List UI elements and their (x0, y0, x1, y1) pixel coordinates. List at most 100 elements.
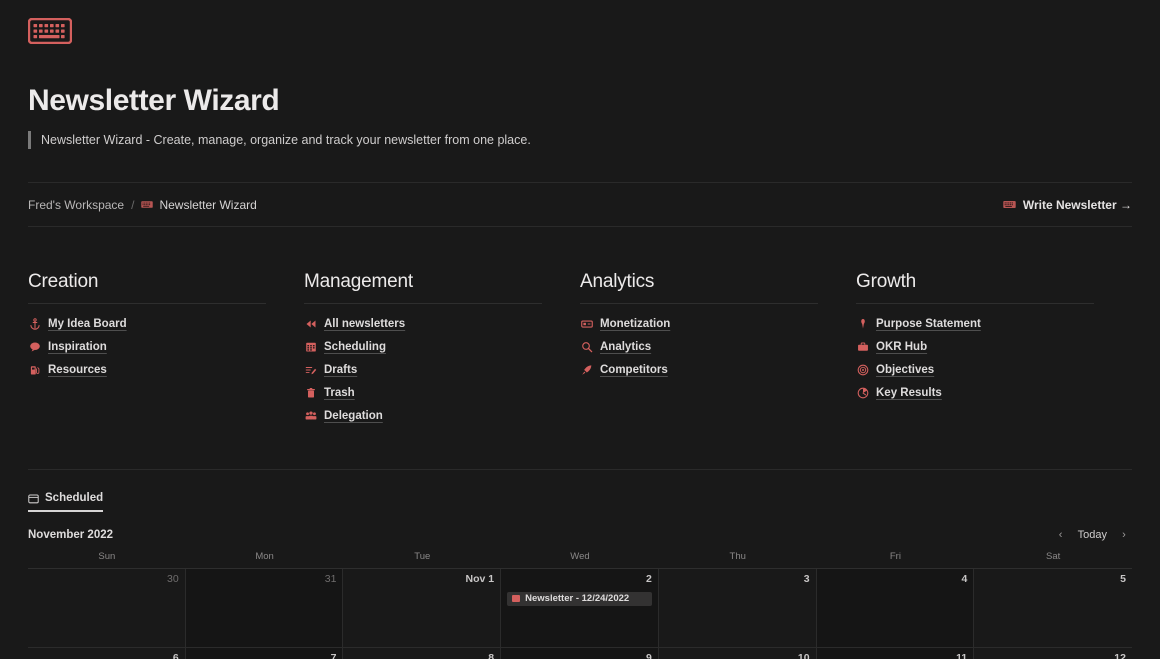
page-root: Newsletter Wizard Newsletter Wizard - Cr… (0, 0, 1160, 659)
calendar-day-cell[interactable]: 12 (974, 648, 1132, 659)
day-number: 8 (488, 652, 495, 659)
column-divider (28, 303, 266, 305)
column-growth: Growth Purpose Statement OKR Hub Objectives… (856, 271, 1132, 431)
pushpin-icon (860, 318, 865, 329)
breadcrumb-bar: Fred's Workspace / Newsletter Wizard Wri… (28, 182, 1132, 228)
gauge-icon (856, 386, 869, 399)
day-header: Fri (889, 551, 901, 563)
speech-bubble-icon (28, 340, 41, 353)
keyboard-icon (141, 201, 154, 208)
calendar-day-cell[interactable]: 11 (816, 648, 975, 659)
calendar-day-cell[interactable]: 6 (28, 648, 186, 659)
column-divider (856, 303, 1094, 305)
link-analytics[interactable]: Analytics (580, 339, 818, 354)
people-group-icon (305, 411, 316, 420)
link-label: Competitors (600, 363, 668, 376)
today-button[interactable]: Today (1073, 529, 1112, 541)
day-number: 4 (961, 573, 968, 586)
day-header: Sun (98, 551, 116, 563)
link-trash[interactable]: Trash (304, 385, 542, 400)
calendar-event-chip[interactable]: Newsletter - 12/24/2022 (507, 591, 652, 606)
column-divider (304, 303, 542, 305)
day-header: Wed (570, 551, 590, 563)
breadcrumb: Fred's Workspace / Newsletter Wizard (28, 198, 257, 212)
breadcrumb-workspace[interactable]: Fred's Workspace (28, 198, 124, 212)
link-inspiration[interactable]: Inspiration (28, 339, 266, 354)
keyboard-icon (1003, 201, 1016, 209)
money-card-icon (580, 317, 593, 330)
column-analytics: Analytics Monetization Analytics Competitor… (580, 271, 856, 431)
calendar-day-cell[interactable]: 5 (974, 569, 1132, 649)
calendar-day-cell[interactable]: 7Newsletter - MM/DD/YYYY (185, 648, 344, 659)
breadcrumb-current[interactable]: Newsletter Wizard (141, 198, 257, 212)
magnifier-icon (580, 340, 593, 353)
calendar-day-cell[interactable]: 30 (28, 569, 186, 649)
trash-icon (306, 387, 315, 398)
link-columns: Creation My Idea Board Inspiration Resource… (28, 271, 1132, 431)
briefcase-icon (856, 340, 869, 353)
column-management: Management All newsletters Scheduling Draft… (304, 271, 580, 431)
link-drafts[interactable]: Drafts (304, 362, 542, 377)
link-label: Delegation (324, 409, 383, 422)
write-newsletter-button[interactable]: Write Newsletter → (1003, 198, 1132, 212)
link-okr-hub[interactable]: OKR Hub (856, 339, 1094, 354)
next-month-button[interactable]: › (1116, 527, 1132, 543)
calendar-header: November 2022 ‹ Today › (28, 521, 1132, 549)
link-label: Drafts (324, 363, 358, 376)
day-number: Nov 1 (465, 573, 495, 586)
day-number: 12 (1114, 652, 1126, 659)
day-number: 5 (1120, 573, 1126, 586)
calendar-day-cell[interactable]: 8 (343, 648, 502, 659)
link-monetization[interactable]: Monetization (580, 316, 818, 331)
calendar-day-cell[interactable]: 9Newsletter - MM/DD/YYYY (501, 648, 659, 659)
day-number: 30 (167, 573, 179, 586)
link-objectives[interactable]: Objectives (856, 362, 1094, 377)
link-label: Inspiration (48, 340, 107, 353)
day-number: 10 (797, 652, 810, 659)
column-heading: Analytics (580, 271, 655, 293)
link-delegation[interactable]: Delegation (304, 408, 542, 423)
prev-month-button[interactable]: ‹ (1053, 527, 1069, 543)
link-purpose-statement[interactable]: Purpose Statement (856, 316, 1094, 331)
write-newsletter-label: Write Newsletter → (1022, 197, 1132, 212)
link-resources[interactable]: Resources (28, 362, 266, 377)
link-key-results[interactable]: Key Results (856, 385, 1094, 400)
page-title: Newsletter Wizard (28, 84, 280, 117)
link-all-newsletters[interactable]: All newsletters (304, 316, 542, 331)
calendar-grid-icon (305, 342, 316, 352)
column-heading: Creation (28, 271, 99, 293)
column-divider (580, 303, 818, 305)
anchor-icon (28, 317, 41, 330)
calendar-tabs: Scheduled (28, 492, 1132, 513)
pencil-lines-icon (305, 366, 316, 374)
link-label: Scheduling (324, 340, 386, 353)
day-header: Thu (729, 551, 746, 563)
column-heading: Growth (856, 271, 917, 293)
rocket-icon (581, 364, 591, 375)
calendar-day-cell[interactable]: 4 (816, 569, 975, 649)
newsletter-icon (512, 595, 521, 603)
calendar-day-cell[interactable]: 2 Newsletter - 12/24/2022 (501, 569, 659, 649)
money-card-icon (580, 320, 593, 328)
link-label: My Idea Board (48, 317, 127, 330)
link-competitors[interactable]: Competitors (580, 362, 818, 377)
link-my-idea-board[interactable]: My Idea Board (28, 316, 266, 331)
calendar-nav: ‹ Today › (1053, 527, 1132, 543)
link-label: Objectives (876, 363, 935, 376)
tab-scheduled-label: Scheduled (45, 492, 104, 505)
tab-scheduled[interactable]: Scheduled (28, 492, 104, 513)
link-label: All newsletters (324, 317, 406, 330)
calendar-icon (28, 493, 39, 504)
link-scheduling[interactable]: Scheduling (304, 339, 542, 354)
anchor-icon (29, 317, 40, 330)
calendar-day-cell[interactable]: Nov 1 (343, 569, 502, 649)
calendar-section: Scheduled November 2022 ‹ Today › Sun Mon… (28, 469, 1132, 659)
day-header: Mon (255, 551, 274, 563)
day-header: Tue (414, 551, 431, 563)
link-label: Analytics (600, 340, 652, 353)
calendar-day-cell[interactable]: 3 (658, 569, 817, 649)
calendar-day-cell[interactable]: 31 (185, 569, 344, 649)
calendar-day-cell[interactable]: 10 (659, 648, 817, 659)
page-icon[interactable] (28, 0, 1132, 60)
gauge-icon (857, 387, 868, 398)
